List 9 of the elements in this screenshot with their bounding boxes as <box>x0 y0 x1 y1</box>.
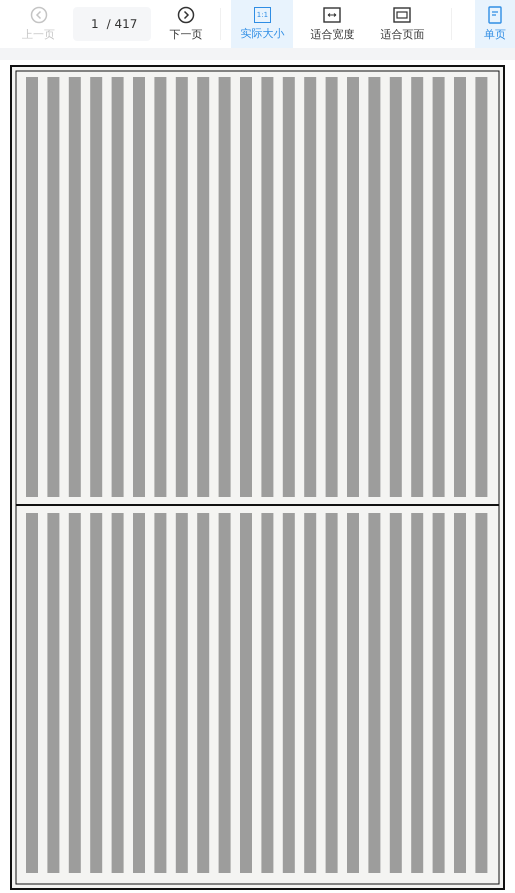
previous-circle-icon <box>30 6 48 24</box>
fit-page-button[interactable]: 适合页面 <box>371 0 434 48</box>
fit-page-icon <box>393 6 412 24</box>
page-number-field[interactable]: 1 / 417 <box>73 7 152 41</box>
next-page-button[interactable]: 下一页 <box>161 0 210 48</box>
fit-width-icon <box>323 6 342 24</box>
next-circle-icon <box>176 6 195 24</box>
fit-width-button[interactable]: 适合宽度 <box>301 0 364 48</box>
page-icon <box>486 6 504 24</box>
